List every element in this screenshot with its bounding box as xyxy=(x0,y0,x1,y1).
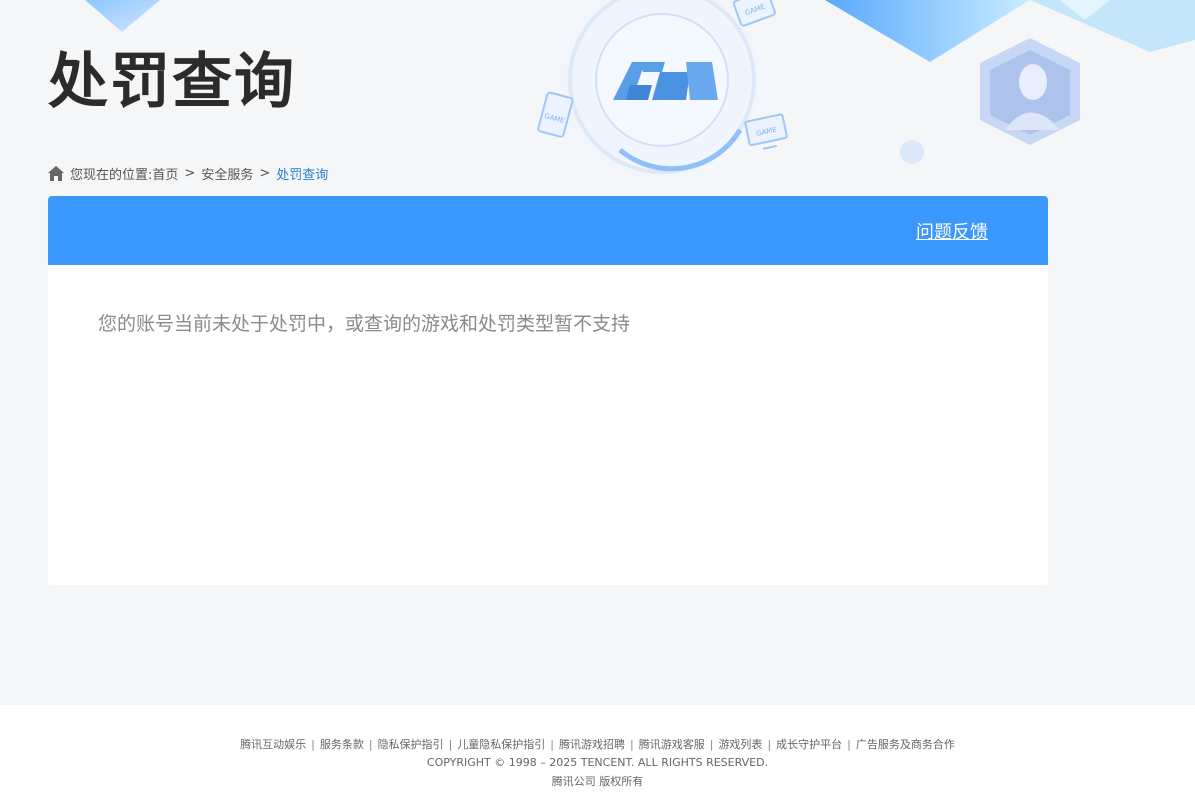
breadcrumb: 您现在的位置: 首页 > 安全服务 > 处罚查询 xyxy=(48,163,328,183)
footer-link[interactable]: 成长守护平台 xyxy=(776,738,842,751)
feedback-link[interactable]: 问题反馈 xyxy=(916,218,988,244)
panel-header: 问题反馈 xyxy=(48,196,1048,265)
footer-link[interactable]: 服务条款 xyxy=(320,738,364,751)
footer-link[interactable]: 隐私保护指引 xyxy=(378,738,444,751)
footer-link[interactable]: 腾讯游戏招聘 xyxy=(559,738,625,751)
breadcrumb-security-link[interactable]: 安全服务 xyxy=(201,164,253,183)
footer-divider: | xyxy=(847,738,851,751)
result-message: 您的账号当前未处于处罚中，或查询的游戏和处罚类型暂不支持 xyxy=(98,313,631,335)
breadcrumb-separator: > xyxy=(259,165,271,181)
page-title: 处罚查询 xyxy=(48,47,296,117)
footer-link[interactable]: 广告服务及商务合作 xyxy=(856,738,955,751)
footer-link[interactable]: 腾讯互动娱乐 xyxy=(240,738,306,751)
company-text: 腾讯公司 版权所有 xyxy=(551,775,644,788)
breadcrumb-prefix: 您现在的位置: xyxy=(70,167,153,183)
footer-links: 腾讯互动娱乐 | 服务条款 | 隐私保护指引 | 儿童隐私保护指引 | 腾讯游戏招聘 | 腾讯游戏客… xyxy=(0,737,1195,753)
result-panel: 问题反馈 您的账号当前未处于处罚中，或查询的游戏和处罚类型暂不支持 xyxy=(48,196,1048,585)
footer-divider: | xyxy=(311,738,315,751)
breadcrumb-separator: > xyxy=(184,165,196,181)
footer-divider: | xyxy=(709,738,714,751)
breadcrumb-current: 处罚查询 xyxy=(276,167,329,183)
breadcrumb-home-link[interactable]: 首页 xyxy=(152,164,178,183)
footer-divider: | xyxy=(767,738,772,751)
character-portrait-image xyxy=(980,38,1080,145)
footer-link[interactable]: 游戏列表 xyxy=(718,738,762,751)
footer-divider: | xyxy=(630,738,634,751)
footer: 腾讯互动娱乐 | 服务条款 | 隐私保护指引 | 儿童隐私保护指引 | 腾讯游戏招聘 | 腾讯游戏客… xyxy=(0,705,1195,793)
copyright-text: COPYRIGHT © 1998 – 2025 TENCENT. ALL RIG… xyxy=(426,756,769,769)
footer-divider: | xyxy=(448,738,453,751)
footer-link[interactable]: 儿童隐私保护指引 xyxy=(457,738,545,751)
footer-divider: | xyxy=(550,738,554,751)
footer-divider: | xyxy=(368,738,373,751)
home-icon xyxy=(48,165,64,181)
footer-link[interactable]: 腾讯游戏客服 xyxy=(639,738,705,751)
